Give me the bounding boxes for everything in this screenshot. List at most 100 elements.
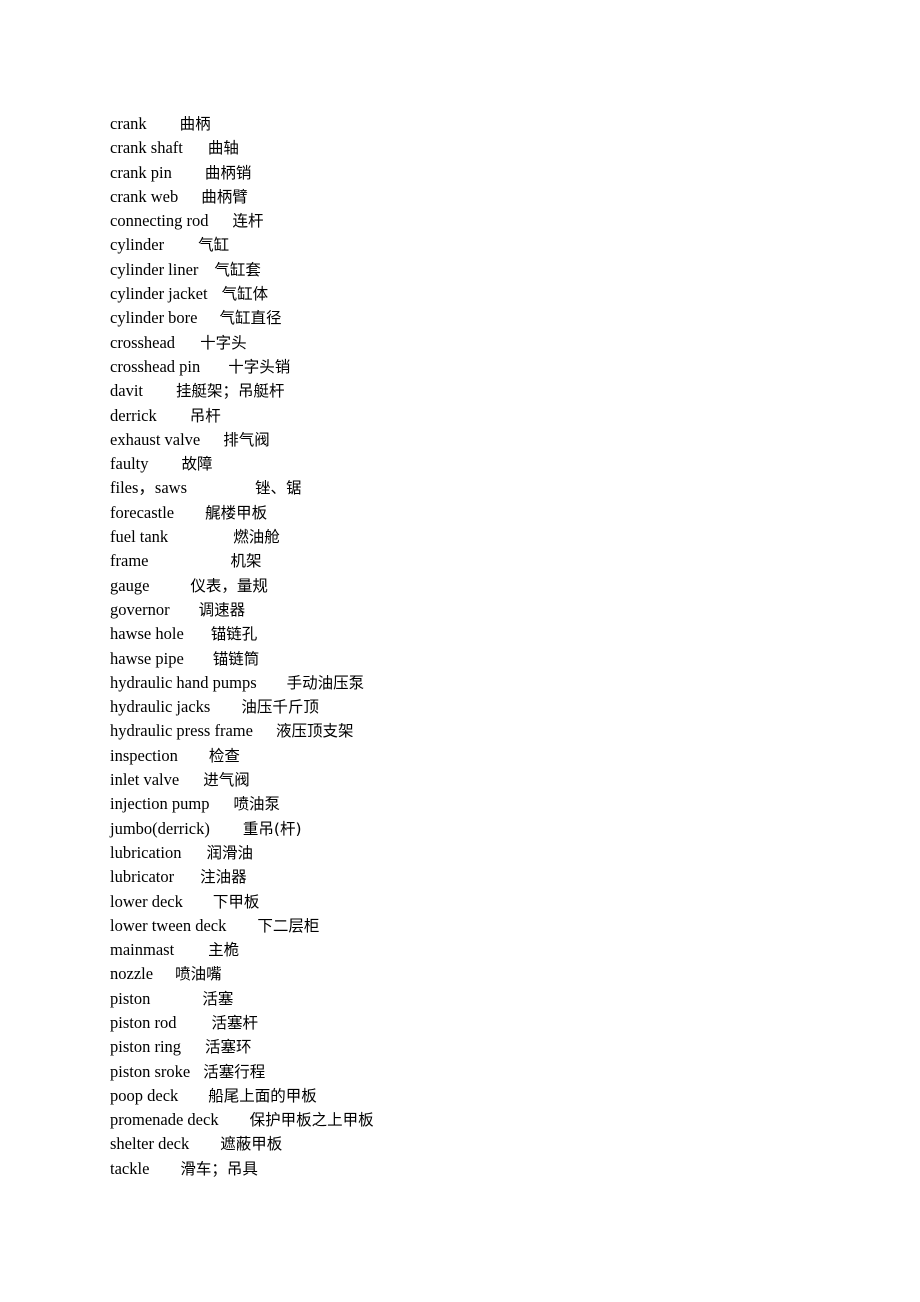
glossary-term: hydraulic hand pumps xyxy=(110,672,257,692)
glossary-gloss: 活塞行程 xyxy=(203,1062,266,1081)
glossary-term: inspection xyxy=(110,745,178,765)
glossary-entry: poop deck 船尾上面的甲板 xyxy=(110,1084,870,1108)
glossary-entry: mainmast 主桅 xyxy=(110,938,870,962)
glossary-term: davit xyxy=(110,381,143,401)
glossary-term: piston xyxy=(110,988,151,1008)
glossary-entry: fuel tank 燃油舱 xyxy=(110,525,870,549)
glossary-gloss: 排气阀 xyxy=(223,430,270,449)
glossary-term: jumbo(derrick) xyxy=(110,818,210,838)
glossary-term: lower tween deck xyxy=(110,915,227,935)
glossary-entry: hydraulic hand pumps 手动油压泵 xyxy=(110,671,870,695)
glossary-gloss: 油压千斤顶 xyxy=(241,698,319,717)
glossary-term: crank shaft xyxy=(110,138,183,158)
glossary-term: gauge xyxy=(110,575,150,595)
glossary-gloss: 气缸体 xyxy=(221,285,269,304)
glossary-entry: cylinder bore 气缸直径 xyxy=(110,306,870,330)
glossary-gloss: 吊杆 xyxy=(189,406,221,425)
glossary-term: lower deck xyxy=(110,891,183,911)
glossary-gloss: 润滑油 xyxy=(206,843,253,862)
glossary-entry: cylinder jacket 气缸体 xyxy=(110,282,870,306)
glossary-term: exhaust valve xyxy=(110,429,201,449)
glossary-entry: piston sroke 活塞行程 xyxy=(110,1060,870,1084)
glossary-gloss: 喷油泵 xyxy=(233,795,280,814)
glossary-entry: cylinder 气缸 xyxy=(110,233,870,257)
glossary-gloss: 曲柄销 xyxy=(204,163,252,182)
glossary-entry: lubricator 注油器 xyxy=(110,865,870,889)
glossary-entry: lower deck 下甲板 xyxy=(110,890,870,914)
glossary-entry: connecting rod 连杆 xyxy=(110,209,870,233)
glossary-gloss: 检查 xyxy=(208,746,240,765)
glossary-term: hawse hole xyxy=(110,624,184,644)
glossary-entry: crank 曲柄 xyxy=(110,112,870,136)
glossary-term: faulty xyxy=(110,454,149,474)
glossary-gloss: 锚链筒 xyxy=(212,649,260,668)
glossary-entry: governor 调速器 xyxy=(110,598,870,622)
glossary-term: shelter deck xyxy=(110,1134,190,1154)
glossary-gloss: 重吊(杆) xyxy=(242,819,302,838)
glossary-term: crosshead pin xyxy=(110,356,201,376)
glossary-entry: injection pump 喷油泵 xyxy=(110,792,870,816)
glossary-gloss: 注油器 xyxy=(200,868,247,887)
glossary-term: hydraulic jacks xyxy=(110,697,211,717)
glossary-gloss: 手动油压泵 xyxy=(286,673,365,692)
glossary-entry: hawse pipe 锚链筒 xyxy=(110,647,870,671)
glossary-entry: nozzle 喷油嘴 xyxy=(110,962,870,986)
glossary-term: inlet valve xyxy=(110,770,180,790)
glossary-entry: frame 机架 xyxy=(110,549,870,573)
glossary-term: files，saws xyxy=(110,478,187,498)
document-page: crank 曲柄 crank shaft 曲轴 crank pin 曲柄销 crank we… xyxy=(0,0,920,1302)
glossary-entry: crosshead pin 十字头销 xyxy=(110,355,870,379)
glossary-gloss: 机架 xyxy=(230,552,262,571)
glossary-entry: tackle 滑车；吊具 xyxy=(110,1157,870,1181)
glossary-entry: crosshead 十字头 xyxy=(110,331,870,355)
glossary-entry: crank web 曲柄臂 xyxy=(110,185,870,209)
glossary-term: cylinder jacket xyxy=(110,284,208,304)
glossary-gloss: 主桅 xyxy=(208,941,240,960)
glossary-entry: promenade deck 保护甲板之上甲板 xyxy=(110,1108,870,1132)
glossary-entry: piston 活塞 xyxy=(110,987,870,1011)
glossary-gloss: 喷油嘴 xyxy=(175,965,222,984)
glossary-gloss: 曲柄 xyxy=(179,115,211,133)
glossary-term: tackle xyxy=(110,1158,150,1178)
glossary-term: cylinder bore xyxy=(110,308,198,328)
glossary-gloss: 保护甲板之上甲板 xyxy=(249,1111,374,1130)
glossary-gloss: 曲轴 xyxy=(207,139,239,158)
glossary-gloss: 艉楼甲板 xyxy=(205,503,268,522)
glossary-entry: lower tween deck 下二层柜 xyxy=(110,914,870,938)
glossary-term: nozzle xyxy=(110,964,154,984)
glossary-term: cylinder xyxy=(110,235,165,255)
glossary-term: fuel tank xyxy=(110,527,169,547)
glossary-gloss: 十字头 xyxy=(200,333,247,352)
glossary-entry: faulty 故障 xyxy=(110,452,870,476)
glossary-gloss: 船尾上面的甲板 xyxy=(208,1086,317,1105)
glossary-entry: inlet valve 进气阀 xyxy=(110,768,870,792)
glossary-gloss: 故障 xyxy=(181,455,213,474)
glossary-term: crank xyxy=(110,114,147,133)
glossary-term: poop deck xyxy=(110,1085,179,1105)
glossary-gloss: 活塞 xyxy=(202,989,234,1008)
glossary-gloss: 气缸直径 xyxy=(219,309,282,328)
glossary-entry: jumbo(derrick) 重吊(杆) xyxy=(110,817,870,841)
glossary-term: hydraulic press frame xyxy=(110,721,253,741)
glossary-entry: piston ring 活塞环 xyxy=(110,1035,870,1059)
glossary-gloss: 液压顶支架 xyxy=(275,722,354,741)
glossary-gloss: 燃油舱 xyxy=(233,528,280,547)
glossary-term: crank pin xyxy=(110,162,172,182)
glossary-term: mainmast xyxy=(110,940,175,960)
glossary-gloss: 仪表，量规 xyxy=(190,576,268,595)
glossary-gloss: 活塞杆 xyxy=(211,1013,258,1032)
glossary-gloss: 曲柄臂 xyxy=(201,187,248,206)
glossary-gloss: 调速器 xyxy=(198,600,246,619)
glossary-gloss: 气缸套 xyxy=(214,260,261,279)
glossary-term: crank web xyxy=(110,186,179,206)
glossary-entry: hydraulic jacks 油压千斤顶 xyxy=(110,695,870,719)
glossary-gloss: 挂艇架；吊艇杆 xyxy=(176,382,285,401)
glossary-term: lubrication xyxy=(110,842,182,862)
glossary-term: piston rod xyxy=(110,1012,177,1032)
glossary-term: forecastle xyxy=(110,502,175,522)
glossary-list: crank 曲柄 crank shaft 曲轴 crank pin 曲柄销 crank we… xyxy=(110,112,870,1181)
glossary-term: injection pump xyxy=(110,794,210,814)
glossary-gloss: 滑车；吊具 xyxy=(180,1159,258,1178)
glossary-term: derrick xyxy=(110,405,157,425)
glossary-term: hawse pipe xyxy=(110,648,184,668)
